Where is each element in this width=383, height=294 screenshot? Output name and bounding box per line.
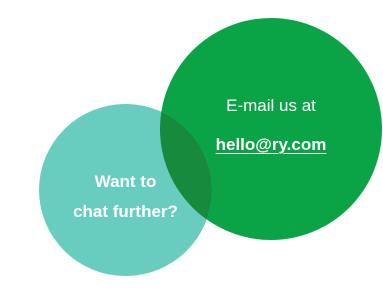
contact-graphic: E-mail us at hello@ry.com Want to chat f… (0, 0, 383, 294)
chat-prompt-line1: Want to (94, 172, 157, 191)
chat-prompt-line2: chat further? (73, 202, 178, 221)
chat-bubble-text: Want to chat further? (39, 104, 212, 276)
